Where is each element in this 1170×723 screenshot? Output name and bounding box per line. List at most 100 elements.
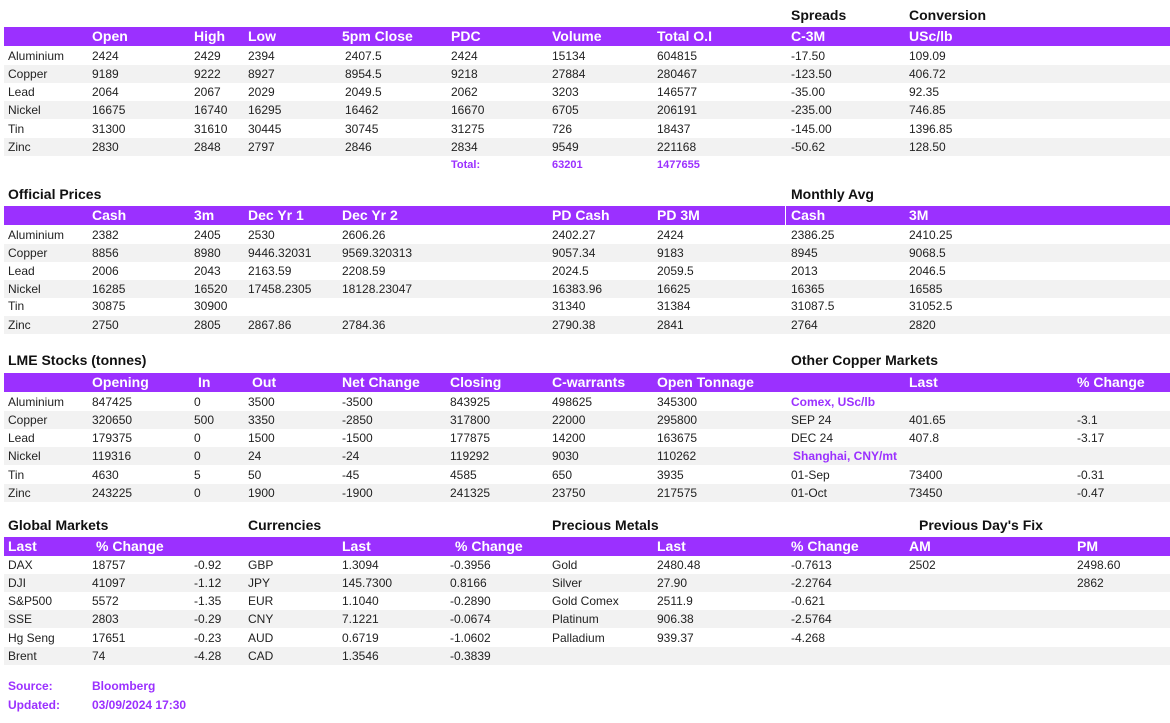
cell: 1.3094 xyxy=(342,558,379,572)
cell: 2049.5 xyxy=(345,85,382,99)
cell: -50.62 xyxy=(791,140,826,154)
cell: 0 xyxy=(194,449,201,463)
col-currency-change: % Change xyxy=(455,538,523,554)
cell: 145.7300 xyxy=(342,576,393,590)
cell: 2848 xyxy=(194,140,221,154)
cell: 3935 xyxy=(657,468,684,482)
cell: 01-Oct xyxy=(791,486,828,500)
col-total-oi: Total O.I xyxy=(657,28,712,44)
cell: 5572 xyxy=(92,594,119,608)
cell: -0.0674 xyxy=(450,612,491,626)
cell: Platinum xyxy=(552,612,599,626)
cell: -17.50 xyxy=(791,49,826,63)
cell: 23750 xyxy=(552,486,586,500)
cell: 8980 xyxy=(194,246,221,260)
cell: -1500 xyxy=(342,431,373,445)
cell: 2502 xyxy=(909,558,936,572)
table-row: Aluminium 2382 2405 2530 2606.26 2402.27… xyxy=(4,226,1170,244)
col-opening: Opening xyxy=(92,374,149,390)
official-header: Cash 3m Dec Yr 1 Dec Yr 2 PD Cash PD 3M … xyxy=(4,206,1170,225)
cell: 2790.38 xyxy=(552,318,596,332)
cell: 31087.5 xyxy=(791,299,835,313)
cell: 2750 xyxy=(92,318,119,332)
cell: -0.7613 xyxy=(791,558,832,572)
lme-stocks-title: LME Stocks (tonnes) xyxy=(8,352,147,368)
cell: 2402.27 xyxy=(552,228,596,242)
cell: 30445 xyxy=(248,122,282,136)
cell: 2764 xyxy=(791,318,818,332)
cell: 726 xyxy=(552,122,573,136)
market-heading: Comex, USc/lb xyxy=(791,395,876,409)
cell: 746.85 xyxy=(909,103,946,117)
cell: 16520 xyxy=(194,282,228,296)
cell: 241325 xyxy=(450,486,491,500)
cell: -0.3956 xyxy=(450,558,491,572)
cell: 2046.5 xyxy=(909,264,946,278)
cell: 5 xyxy=(194,468,201,482)
col-high: High xyxy=(194,28,226,44)
cell: -4.268 xyxy=(791,631,826,645)
cell: 2006 xyxy=(92,264,119,278)
cell: 2424 xyxy=(451,49,478,63)
cell: Tin xyxy=(8,468,25,482)
total-oi: 1477655 xyxy=(657,159,700,171)
cell: 317800 xyxy=(450,413,491,427)
cell: 0 xyxy=(194,395,201,409)
cell: 31300 xyxy=(92,122,126,136)
cell: 177875 xyxy=(450,431,491,445)
updated-label: Updated: xyxy=(8,698,60,712)
cell: 604815 xyxy=(657,49,698,63)
cell: 74 xyxy=(92,649,106,663)
table-row: Hg Seng 17651 -0.23 AUD 0.6719 -1.0602 P… xyxy=(4,629,1170,647)
cell: 41097 xyxy=(92,576,126,590)
cell: 27.90 xyxy=(657,576,688,590)
cell: Copper xyxy=(8,413,48,427)
cell: 2013 xyxy=(791,264,818,278)
cell: -4.28 xyxy=(194,649,222,663)
cell: 1.1040 xyxy=(342,594,379,608)
col-pct-change: % Change xyxy=(1077,374,1145,390)
cell: 22000 xyxy=(552,413,586,427)
col-low: Low xyxy=(248,28,276,44)
cell: 401.65 xyxy=(909,413,946,427)
cell: 345300 xyxy=(657,395,698,409)
cell: 146577 xyxy=(657,85,698,99)
cell: 2024.5 xyxy=(552,264,589,278)
table-row: Zinc 243225 0 1900 -1900 241325 23750 21… xyxy=(4,484,1170,502)
table-row: Copper 9189 9222 8927 8954.5 9218 27884 … xyxy=(4,65,1170,83)
col-c-3m: C-3M xyxy=(791,28,826,44)
cell: 31610 xyxy=(194,122,228,136)
cell: 16585 xyxy=(909,282,943,296)
col-last: Last xyxy=(909,374,938,390)
stocks-header: Opening In Out Net Change Closing C-warr… xyxy=(4,373,1170,392)
cell: 0.6719 xyxy=(342,631,379,645)
cell: 15134 xyxy=(552,49,586,63)
cell: 3500 xyxy=(248,395,275,409)
cell: 2067 xyxy=(194,85,221,99)
cell: 2382 xyxy=(92,228,119,242)
cell: 16670 xyxy=(451,103,485,117)
cell: 0.8166 xyxy=(450,576,487,590)
table-row: Brent 74 -4.28 CAD 1.3546 -0.3839 xyxy=(4,647,1170,665)
cell: 31052.5 xyxy=(909,299,953,313)
col-pdc: PDC xyxy=(451,28,481,44)
cell: -2.5764 xyxy=(791,612,832,626)
cell: 31384 xyxy=(657,299,691,313)
summary-header: Open High Low 5pm Close PDC Volume Total… xyxy=(4,27,1170,46)
table-row: Nickel 16675 16740 16295 16462 16670 670… xyxy=(4,101,1170,119)
cell: 2530 xyxy=(248,228,275,242)
cell: 92.35 xyxy=(909,85,940,99)
cell: S&P500 xyxy=(8,594,53,608)
col-avg-cash: Cash xyxy=(791,207,826,223)
table-row: Zinc 2750 2805 2867.86 2784.36 2790.38 2… xyxy=(4,316,1170,334)
cell: 295800 xyxy=(657,413,698,427)
cell: Lead xyxy=(8,85,35,99)
cell: 73450 xyxy=(909,486,943,500)
cell: -3500 xyxy=(342,395,373,409)
col-usc-lb: USc/lb xyxy=(909,28,953,44)
cell: -145.00 xyxy=(791,122,832,136)
cell: DAX xyxy=(8,558,33,572)
col-pd-cash: PD Cash xyxy=(552,207,610,223)
cell: DEC 24 xyxy=(791,431,834,445)
cell: 24 xyxy=(248,449,262,463)
